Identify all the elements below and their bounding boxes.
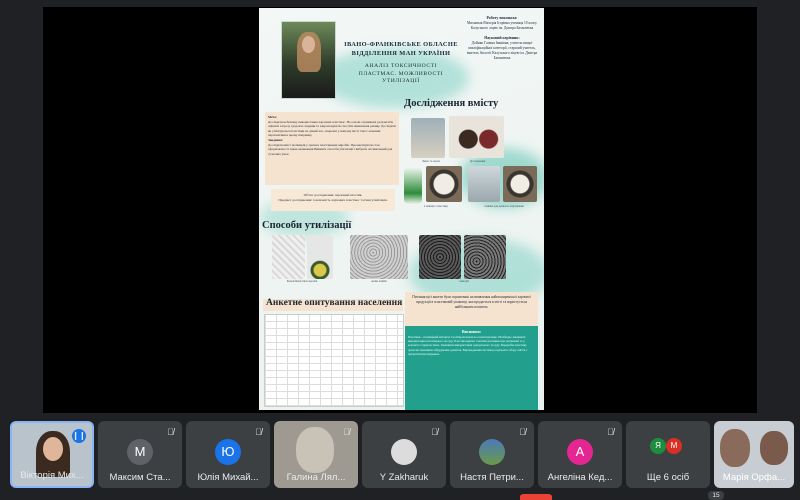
supervisor-text: Дойняк Галина Іванівна, учитель вищої кв…: [466, 41, 538, 60]
research-photo: [426, 166, 462, 202]
participant-tile[interactable]: 🎙̸ Галина Лял...: [274, 421, 358, 488]
leave-call-button[interactable]: [520, 494, 552, 500]
mic-off-icon: 🎙̸: [519, 427, 526, 437]
disposal-caption: Pseudoflexus microsporum: [286, 280, 318, 283]
mic-off-icon: 🎙̸: [431, 427, 438, 437]
participant-avatar: [479, 439, 505, 465]
presentation-poster: ІВАНО-ФРАНКІВСЬКЕ ОБЛАСНЕ ВІДДІЛЕННЯ МАН…: [259, 8, 544, 410]
survey-table: [264, 314, 404, 407]
participant-tile[interactable]: 🎙̸ Y Zakharuk: [362, 421, 446, 488]
conclusions-box: Висновки: Пластики – полімерний матеріал…: [405, 326, 538, 410]
goal-text: Дослідити небезпеку використання харчови…: [268, 119, 396, 138]
participant-name: Юлія Михай...: [197, 472, 259, 483]
participant-avatar: Я: [650, 438, 666, 454]
goal-heading: Мета:: [268, 115, 277, 119]
author-text: Миханчак Вікторія Ігорівна учениця 10 кл…: [467, 21, 537, 31]
participant-tile[interactable]: М 🎙̸ Максим Ста...: [98, 421, 182, 488]
participant-avatar: [391, 439, 417, 465]
author-photo: [281, 21, 336, 99]
research-photo: [468, 166, 500, 202]
participant-video: [720, 429, 750, 467]
participant-avatar: Ю: [215, 439, 241, 465]
participant-avatar: М: [127, 439, 153, 465]
participant-video: [43, 437, 63, 461]
audio-level-icon: ❙❙: [72, 429, 86, 443]
participant-tile[interactable]: ❙❙ Вікторія Мих...: [10, 421, 94, 488]
participant-name: Галина Лял...: [286, 472, 346, 483]
disposal-photo: [464, 235, 506, 279]
research-photo: [411, 118, 445, 158]
disposal-photo: [419, 235, 461, 279]
research-caption: Дослідження: [469, 160, 486, 163]
section-disposal-heading: Способи утилізації: [262, 220, 352, 231]
more-participants-tile[interactable]: Я М Ще 6 осіб: [626, 421, 710, 488]
participant-tile[interactable]: 🎙̸ Настя Петри...: [450, 421, 534, 488]
research-caption: пляшка для дитячого харчування: [484, 205, 524, 208]
more-participants-label: Ще 6 осіб: [646, 472, 690, 483]
research-photo: [503, 166, 537, 202]
participant-tile[interactable]: Марія Орфа...: [714, 421, 794, 488]
bottle-photo: [404, 168, 422, 204]
disposal-photo: [350, 235, 408, 279]
disposal-caption: бактерії: [459, 280, 469, 283]
participant-count-badge: 15: [708, 491, 724, 500]
participant-name: Настя Петри...: [460, 472, 524, 483]
conclusions-text: Пластики – полімерний матеріал з поліпро…: [408, 334, 528, 357]
tasks-heading: Завдання:: [268, 138, 284, 143]
section-survey-heading: Анкетне опитування населення: [266, 298, 403, 308]
mic-off-icon: 🎙̸: [167, 427, 174, 437]
section-research-heading: Дослідження вмісту: [404, 98, 499, 109]
author-heading: Роботу виконала:: [486, 16, 518, 20]
mic-off-icon: 🎙̸: [255, 427, 262, 437]
participant-tile[interactable]: А 🎙̸ Ангеліна Кед...: [538, 421, 622, 488]
disposal-photo: [272, 235, 305, 279]
supervisor-heading: Науковий керівник:: [484, 35, 520, 40]
participant-avatar: М: [666, 438, 682, 454]
subject-text: Предмет дослідження: токсичність харчови…: [278, 197, 388, 202]
research-caption: в пляшці з пластику: [424, 205, 448, 208]
poster-subtitle: АНАЛІЗ ТОКСИЧНОСТІ ПЛАСТМАС. МОЖЛИВОСТІ …: [358, 63, 444, 85]
participant-name: Максим Ста...: [109, 472, 171, 483]
tasks-text: Дослідити вміст полімерів у зразках плас…: [268, 142, 393, 156]
survey-note: Питання цієї анкети були спрямовані на в…: [405, 292, 538, 330]
participant-name: Марія Орфа...: [722, 472, 786, 483]
participant-video: [296, 427, 334, 473]
participant-name: Ангеліна Кед...: [547, 472, 613, 483]
object-box: Об'єкт дослідження: харчовий пластик. Пр…: [271, 189, 395, 211]
research-caption: Зміна та аналіз: [422, 160, 440, 163]
participant-tile[interactable]: Ю 🎙̸ Юлія Михай...: [186, 421, 270, 488]
participant-name: Вікторія Мих...: [20, 470, 84, 481]
goals-box: Мета: Дослідити небезпеку використання х…: [265, 112, 399, 185]
participant-video: [760, 431, 788, 465]
poster-authors: Роботу виконала: Миханчак Вікторія Ігорі…: [464, 16, 540, 60]
mic-off-icon: 🎙̸: [343, 427, 350, 437]
participant-avatar: А: [567, 439, 593, 465]
mic-off-icon: 🎙̸: [607, 427, 614, 437]
research-photo: [449, 116, 504, 158]
poster-title: ІВАНО-ФРАНКІВСЬКЕ ОБЛАСНЕ ВІДДІЛЕННЯ МАН…: [344, 41, 458, 57]
disposal-caption: Aedes termite: [371, 280, 387, 283]
participant-name: Y Zakharuk: [379, 472, 429, 483]
disposal-photo: [307, 235, 333, 279]
